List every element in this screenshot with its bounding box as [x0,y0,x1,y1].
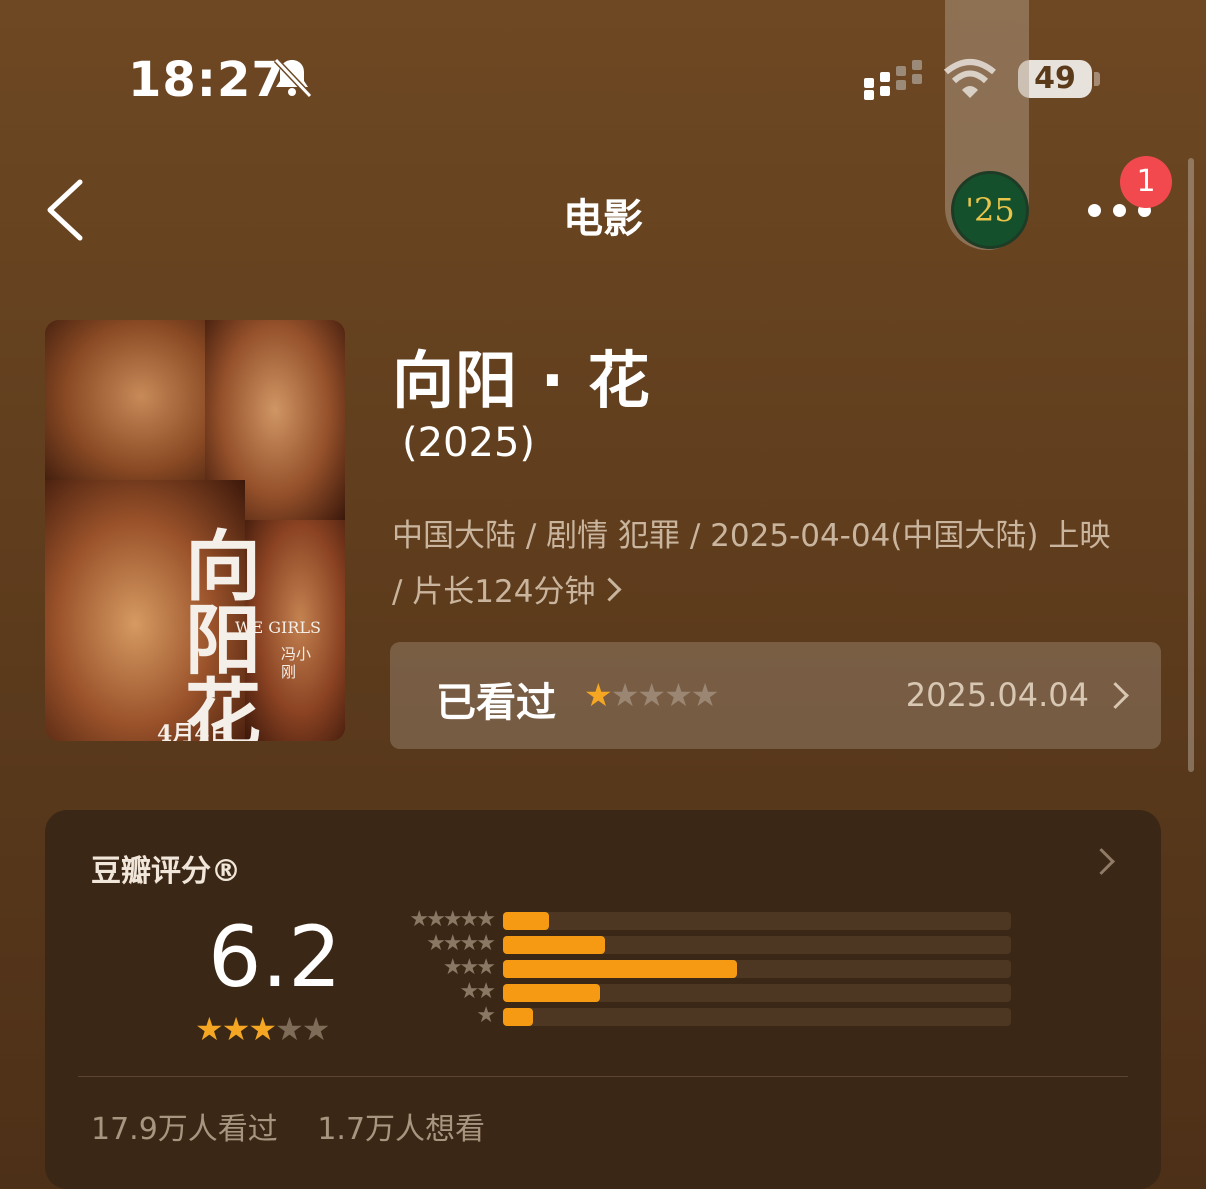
distribution-stars-icon: ★★ [459,979,496,1004]
watched-date: 2025.04.04 [905,676,1089,714]
distribution-bar [503,984,600,1002]
divider [78,1076,1128,1077]
star-filled-icon: ★ [195,1010,224,1048]
cellular-signal-icon [864,60,922,100]
distribution-bar [503,1008,534,1026]
distribution-track [503,912,1011,930]
nav-title: 电影 [563,196,643,242]
rating-header: 豆瓣评分® [91,854,241,889]
distribution-track [503,936,1011,954]
watched-label: 已看过 [436,680,556,726]
distribution-stars-icon: ★★★ [442,955,496,980]
distribution-bar [503,936,605,954]
poster-release-date: 4月4日 [157,721,232,741]
movie-meta-text: 中国大陆 / 剧情 犯罪 / 2025-04-04(中国大陆) 上映 / 片长1… [392,518,1111,610]
scrollbar[interactable] [1188,158,1194,772]
poster-english-title: WE GIRLS [235,618,321,637]
want-count[interactable]: 1.7万人想看 [317,1112,485,1147]
star-filled-icon: ★ [584,676,613,714]
distribution-track [503,1008,1011,1026]
rating-score: 6.2 [208,908,342,1006]
status-time: 18:27 [128,52,286,108]
star-filled-icon: ★ [248,1010,277,1048]
star-empty-icon: ★ [637,676,666,714]
rating-score-stars: ★★★★★ [195,1010,331,1048]
battery-indicator: 49 [1018,60,1092,98]
user-rating-stars: ★★★★★ [584,676,720,714]
movie-poster[interactable]: 向阳花 WE GIRLS 冯小刚 4月4日 [45,320,345,741]
douban-rating-card[interactable]: 豆瓣评分® 6.2 ★★★★★ ★★★★★ ★★★★ ★★★ ★★ ★ 17.9万人看过… [45,810,1161,1189]
poster-director: 冯小刚 [281,645,312,681]
movie-meta[interactable]: 中国大陆 / 剧情 犯罪 / 2025-04-04(中国大陆) 上映 / 片长1… [392,508,1122,620]
poster-face [45,320,205,490]
star-empty-icon: ★ [610,676,640,714]
distribution-bar [503,960,737,978]
chevron-right-icon [1102,682,1129,709]
star-filled-icon: ★ [221,1010,251,1048]
star-empty-icon: ★ [275,1010,304,1048]
bell-muted-icon [273,57,313,99]
notification-badge: 1 [1120,156,1172,208]
distribution-stars-icon: ★ [476,1003,496,1028]
star-empty-icon: ★ [301,1010,331,1048]
battery-cap [1094,72,1100,86]
distribution-bar [503,912,549,930]
distribution-track [503,960,1011,978]
movie-year: (2025) [402,420,536,466]
movie-title: 向阳 · 花 [392,344,651,417]
distribution-stars-icon: ★★★★★ [409,907,496,932]
watched-status-bar[interactable]: 已看过 ★★★★★ 2025.04.04 [390,642,1161,749]
chevron-right-icon [597,577,622,602]
distribution-track [503,984,1011,1002]
distribution-stars-icon: ★★★★ [426,931,496,956]
star-empty-icon: ★ [664,676,693,714]
chevron-right-icon[interactable] [1088,848,1115,875]
rating-counts: 17.9万人看过 1.7万人想看 [91,1104,515,1148]
star-empty-icon: ★ [690,676,720,714]
watched-count[interactable]: 17.9万人看过 [91,1112,278,1147]
